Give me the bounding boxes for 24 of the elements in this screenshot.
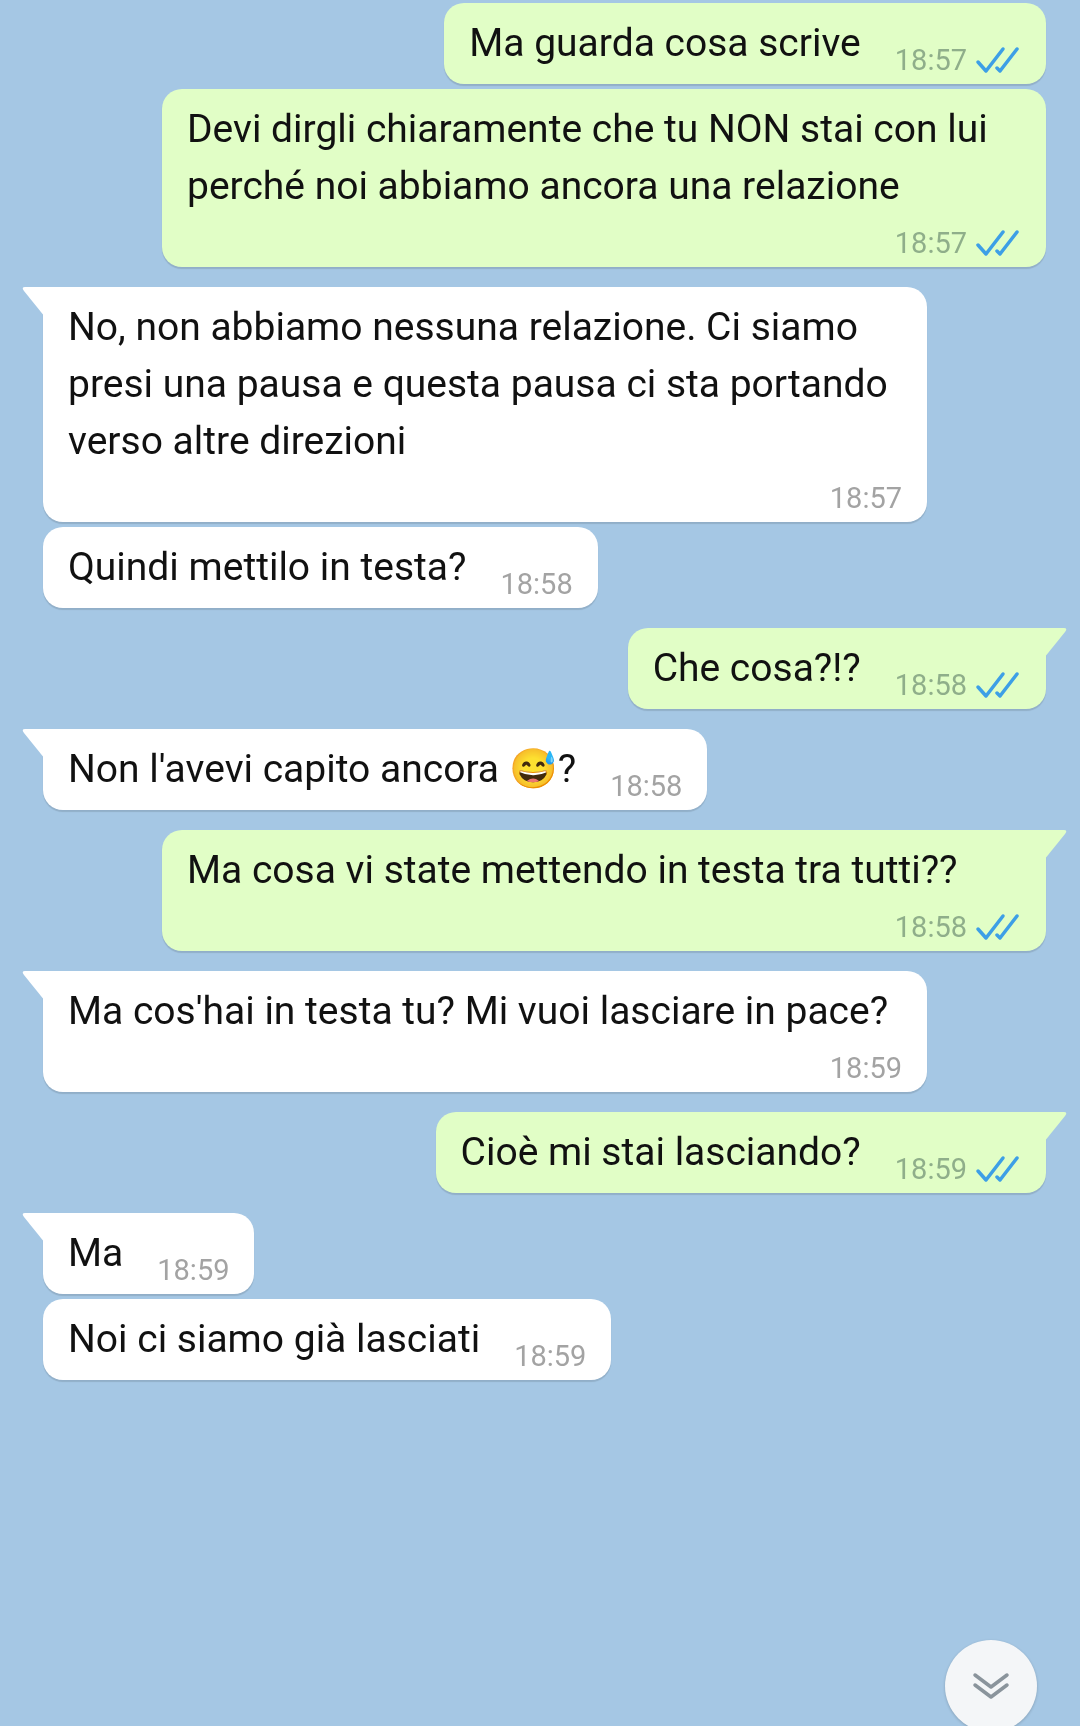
scroll-down-button[interactable]: [945, 1640, 1037, 1726]
message-time: 18:58: [894, 909, 967, 946]
message-text: Ma cosa vi state mettendo in testa tra tutti??: [187, 846, 958, 895]
message-text: No, non abbiamo nessuna relazione. Ci siamo presi una pausa e questa pausa ci sta portando verso altre direzioni: [68, 303, 889, 466]
message-text: Che cosa?!?: [652, 644, 861, 693]
message-text: Ma guarda cosa scrive: [469, 19, 861, 68]
message-time: 18:58: [894, 667, 967, 704]
message-time: 18:59: [514, 1338, 587, 1375]
chevron-down-icon: [971, 1671, 1011, 1701]
message-time: 18:57: [894, 225, 967, 262]
message-text: Ma: [68, 1229, 124, 1278]
message-text: Noi ci siamo già lasciati: [68, 1315, 481, 1364]
message-time: 18:59: [157, 1252, 230, 1289]
message-time: 18:57: [829, 480, 902, 517]
message-text: Devi dirgli chiaramente che tu NON stai con lui perché noi abbiamo ancora una relazione: [187, 105, 989, 211]
message-text: Quindi mettilo in testa?: [68, 543, 467, 592]
message-time: 18:57: [894, 42, 967, 79]
message-time: 18:58: [610, 768, 683, 805]
message-time: 18:59: [829, 1050, 902, 1087]
message-text: Non l'avevi capito ancora 😅?: [68, 745, 577, 794]
message-time: 18:58: [500, 566, 573, 603]
message-text: Cioè mi stai lasciando?: [460, 1128, 861, 1177]
message-text: Ma cos'hai in testa tu? Mi vuoi lasciare in pace?: [68, 987, 889, 1036]
message-time: 18:59: [894, 1151, 967, 1188]
